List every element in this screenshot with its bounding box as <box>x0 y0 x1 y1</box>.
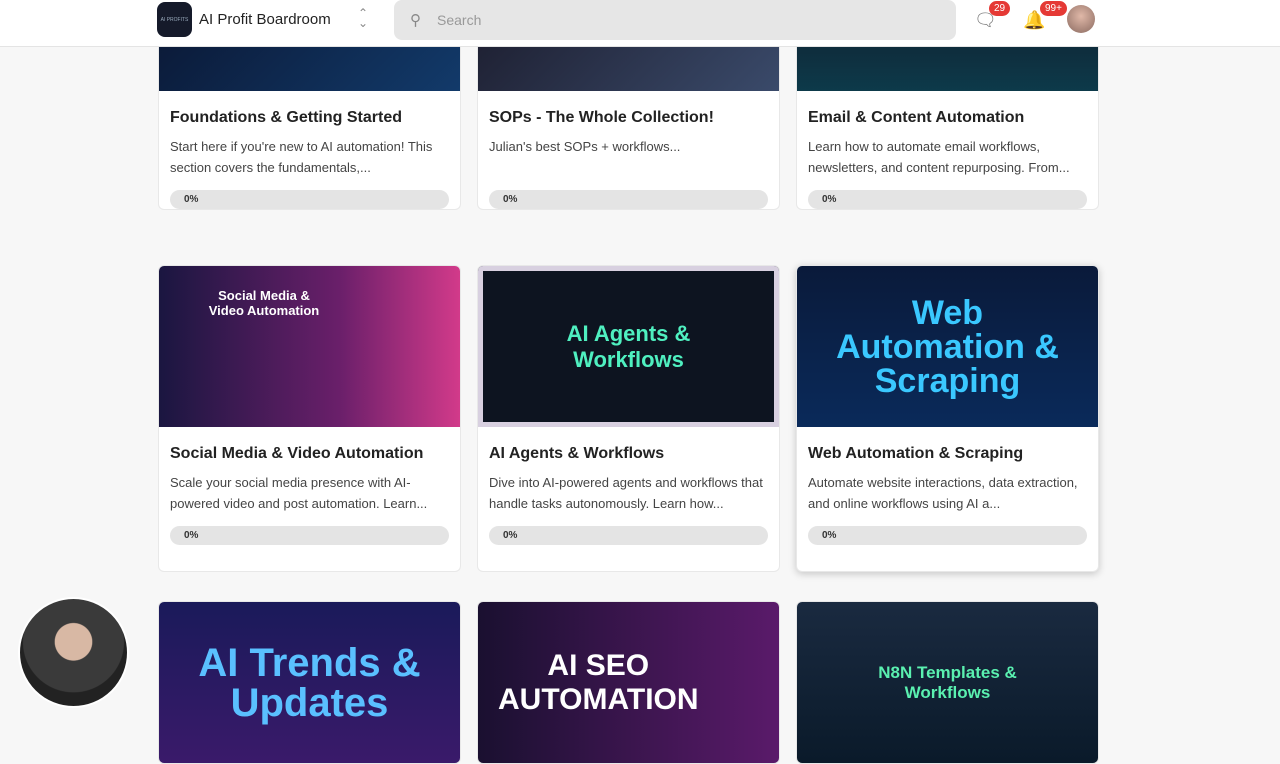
course-title: Web Automation & Scraping <box>808 445 1024 462</box>
search-input[interactable]: ⚲ Search <box>394 0 956 40</box>
course-description: Scale your social media presence with AI… <box>170 475 428 511</box>
search-icon: ⚲ <box>410 12 421 29</box>
banner-text: AI Agents & Workflows <box>566 320 691 372</box>
course-image: Web Automation & Scraping <box>797 266 1098 427</box>
course-description: Automate website interactions, data extr… <box>808 475 1078 511</box>
banner-text: Social Media & Video Automation <box>208 288 320 318</box>
top-bar: AI PROFITS AI Profit Boardroom ⌃ ⌄ ⚲ Sear… <box>0 0 1280 47</box>
banner-text: AI SEO AUTOMATION <box>498 648 699 716</box>
course-title: Social Media & Video Automation <box>170 445 424 462</box>
course-title: Email & Content Automation <box>808 109 1025 126</box>
course-title: AI Agents & Workflows <box>489 445 665 462</box>
course-title: Foundations & Getting Started <box>170 109 402 126</box>
progress-bar: 0% <box>808 190 1087 209</box>
course-card[interactable]: AI Agents & Workflows AI Agents & Workfl… <box>477 265 780 572</box>
progress-bar: 0% <box>170 526 449 545</box>
banner-text: Web Automation & Scraping <box>836 293 1059 400</box>
course-description: Learn how to automate email workflows, n… <box>808 139 1070 175</box>
chat-badge: 29 <box>989 1 1011 16</box>
community-logo[interactable]: AI PROFITS <box>157 2 192 37</box>
progress-bar: 0% <box>489 526 768 545</box>
course-description: Dive into AI-powered agents and workflow… <box>489 475 763 511</box>
user-avatar[interactable] <box>1067 5 1095 33</box>
course-card[interactable]: N8N Templates & Workflows <box>796 601 1099 764</box>
course-image: AI SEO AUTOMATION <box>478 602 779 763</box>
course-description: Julian's best SOPs + workflows... <box>489 139 681 154</box>
course-image: AI Trends & Updates <box>159 602 460 763</box>
search-placeholder: Search <box>437 12 482 28</box>
webcam-overlay <box>18 597 129 708</box>
community-name[interactable]: AI Profit Boardroom <box>199 11 331 28</box>
banner-text: AI Trends & Updates <box>198 640 421 725</box>
course-card[interactable]: Social Media & Video Automation Social M… <box>158 265 461 572</box>
progress-bar: 0% <box>808 526 1087 545</box>
course-image: N8N Templates & Workflows <box>797 602 1098 763</box>
course-description: Start here if you're new to AI automatio… <box>170 139 433 175</box>
community-switcher-icon[interactable]: ⌃ ⌄ <box>358 7 368 29</box>
progress-bar: 0% <box>170 190 449 209</box>
course-card[interactable]: AI SEO AUTOMATION <box>477 601 780 764</box>
progress-bar: 0% <box>489 190 768 209</box>
course-image: Social Media & Video Automation <box>159 266 460 427</box>
course-image: AI Agents & Workflows <box>478 266 779 427</box>
course-card[interactable]: Web Automation & Scraping Web Automation… <box>796 265 1099 572</box>
course-card[interactable]: AI Trends & Updates <box>158 601 461 764</box>
course-title: SOPs - The Whole Collection! <box>489 109 714 126</box>
banner-text: N8N Templates & Workflows <box>878 662 1017 702</box>
notification-badge: 99+ <box>1040 1 1067 16</box>
